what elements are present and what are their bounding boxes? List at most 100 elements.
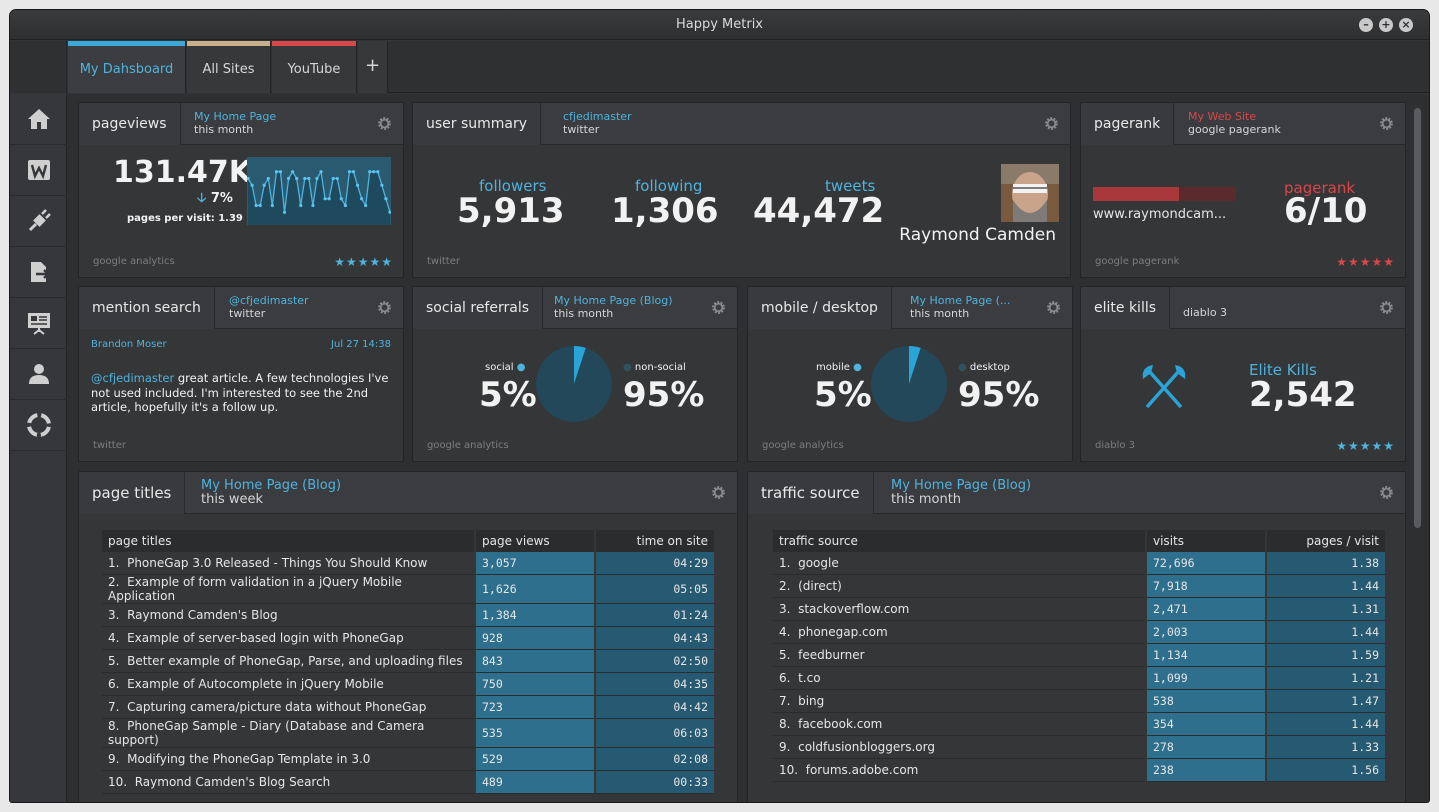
table-row[interactable]: 7. Capturing camera/picture data without… — [102, 696, 714, 719]
sparkline-point — [270, 203, 274, 208]
gear-icon[interactable] — [1378, 484, 1395, 501]
row-name: facebook.com — [798, 717, 883, 731]
gear-icon[interactable] — [1045, 299, 1062, 316]
traffic-source-table: traffic source visits pages / visit 1. g… — [771, 530, 1387, 782]
window-title: Happy Metrix — [675, 17, 764, 32]
table-row[interactable]: 7. bing 538 1.47 — [773, 690, 1385, 713]
row-name: forums.adobe.com — [805, 763, 919, 777]
table-row[interactable]: 9. coldfusionbloggers.org 278 1.33 — [773, 736, 1385, 759]
table-row[interactable]: 5. Better example of PhoneGap, Parse, an… — [102, 650, 714, 673]
row-label: 1. PhoneGap 3.0 Released - Things You Sh… — [102, 552, 474, 575]
table-row[interactable]: 4. Example of server-based login with Ph… — [102, 627, 714, 650]
site-url: www.raymondcam... — [1093, 207, 1227, 222]
add-tab-button[interactable]: + — [358, 41, 388, 93]
mobile-label: mobile ● — [816, 362, 862, 373]
gear-icon[interactable] — [710, 299, 727, 316]
sparkline-point — [368, 170, 372, 174]
pages-per-visit: pages per visit: 1.39 — [127, 213, 243, 224]
widget-title: pagerank — [1081, 103, 1175, 145]
sparkline-point — [262, 183, 266, 187]
table-row[interactable]: 10. forums.adobe.com 238 1.56 — [773, 759, 1385, 782]
gear-icon[interactable] — [1378, 115, 1395, 132]
rating-stars[interactable]: ★★★★★ — [334, 255, 393, 269]
row-label: 9. Modifying the PhoneGap Template in 3.… — [102, 748, 474, 771]
table-row[interactable]: 2. (direct) 7,918 1.44 — [773, 575, 1385, 598]
tab-my-dashboard[interactable]: My Dahsboard — [68, 41, 186, 93]
column-header[interactable]: visits — [1147, 530, 1265, 552]
row-label: 3. Raymond Camden's Blog — [102, 604, 474, 627]
row-value: 1.44 — [1267, 713, 1385, 736]
row-value: 72,696 — [1147, 552, 1265, 575]
widget-site[interactable]: My Home Page (Blog) — [201, 479, 341, 493]
rating-stars[interactable]: ★★★★★ — [1336, 255, 1395, 269]
maximize-button[interactable]: + — [1379, 18, 1393, 32]
row-name: PhoneGap Sample - Diary (Database and Ca… — [108, 719, 425, 747]
sidebar-item-user[interactable] — [10, 349, 67, 400]
table-row[interactable]: 6. Example of Autocomplete in jQuery Mob… — [102, 673, 714, 696]
minimize-button[interactable]: – — [1359, 18, 1373, 32]
table-row[interactable]: 1. google 72,696 1.38 — [773, 552, 1385, 575]
sidebar-item-help[interactable] — [10, 400, 67, 451]
sidebar-item-wordpress[interactable] — [10, 145, 67, 196]
table-row[interactable]: 1. PhoneGap 3.0 Released - Things You Sh… — [102, 552, 714, 575]
tab-all-sites[interactable]: All Sites — [187, 41, 271, 93]
sidebar-item-plugin[interactable] — [10, 196, 67, 247]
widget-site[interactable]: My Home Page (... — [910, 294, 1010, 307]
widget-site[interactable]: My Home Page (Blog) — [891, 479, 1031, 493]
sidebar — [10, 94, 67, 802]
pageviews-widget: pageviews My Home Page this month 131.47… — [78, 102, 404, 278]
widget-footer: google analytics — [427, 440, 509, 451]
row-value: 1,384 — [476, 604, 594, 627]
sidebar-item-export[interactable] — [10, 247, 67, 298]
widget-site[interactable]: My Home Page — [194, 110, 276, 123]
dashboard: pageviews My Home Page this month 131.47… — [67, 94, 1429, 802]
sidebar-item-presentation[interactable] — [10, 298, 67, 349]
lifebuoy-icon — [26, 413, 51, 437]
row-value: 04:43 — [596, 627, 714, 650]
table-row[interactable]: 10. Raymond Camden's Blog Search 489 00:33 — [102, 771, 714, 794]
row-number: 7. — [108, 700, 120, 714]
rating-stars[interactable]: ★★★★★ — [1336, 439, 1395, 453]
scrollbar[interactable] — [1414, 108, 1421, 528]
widget-account[interactable]: cfjedimaster — [563, 110, 632, 123]
tab-youtube[interactable]: YouTube — [272, 41, 357, 93]
social-pie-chart — [536, 346, 612, 422]
sparkline-point — [355, 183, 360, 187]
column-header[interactable]: time on site — [596, 530, 714, 552]
plug-icon — [28, 209, 51, 232]
sparkline-point — [299, 203, 303, 208]
column-header[interactable]: traffic source — [773, 530, 1145, 552]
close-button[interactable]: × — [1399, 18, 1413, 32]
tweet-author[interactable]: Brandon Moser — [91, 339, 167, 350]
widget-period: this week — [201, 492, 264, 507]
row-value: 00:33 — [596, 771, 714, 794]
gear-icon[interactable] — [1043, 115, 1060, 132]
table-row[interactable]: 6. t.co 1,099 1.21 — [773, 667, 1385, 690]
widget-site[interactable]: My Web Site — [1188, 110, 1281, 123]
table-row[interactable]: 4. phonegap.com 2,003 1.44 — [773, 621, 1385, 644]
table-row[interactable]: 5. feedburner 1,134 1.59 — [773, 644, 1385, 667]
sidebar-item-home[interactable] — [10, 94, 67, 145]
tweet-text: @cfjedimaster great article. A few techn… — [91, 371, 389, 414]
row-value: 04:35 — [596, 673, 714, 696]
column-header[interactable]: page titles — [102, 530, 474, 552]
gear-icon[interactable] — [710, 484, 727, 501]
table-row[interactable]: 8. facebook.com 354 1.44 — [773, 713, 1385, 736]
table-row[interactable]: 3. Raymond Camden's Blog 1,384 01:24 — [102, 604, 714, 627]
table-row[interactable]: 9. Modifying the PhoneGap Template in 3.… — [102, 748, 714, 771]
row-value: 489 — [476, 771, 594, 794]
tweet-date: Jul 27 14:38 — [331, 339, 391, 350]
column-header[interactable]: page views — [476, 530, 594, 552]
table-row[interactable]: 8. PhoneGap Sample - Diary (Database and… — [102, 719, 714, 748]
gear-icon[interactable] — [376, 115, 393, 132]
row-value: 2,471 — [1147, 598, 1265, 621]
gear-icon[interactable] — [376, 299, 393, 316]
column-header[interactable]: pages / visit — [1267, 530, 1385, 552]
widget-account[interactable]: @cfjedimaster — [229, 294, 309, 307]
gear-icon[interactable] — [1378, 299, 1395, 316]
table-row[interactable]: 3. stackoverflow.com 2,471 1.31 — [773, 598, 1385, 621]
row-name: t.co — [798, 671, 821, 685]
widget-site[interactable]: My Home Page (Blog) — [554, 294, 673, 307]
table-row[interactable]: 2. Example of form validation in a jQuer… — [102, 575, 714, 604]
row-number: 7. — [779, 694, 791, 708]
